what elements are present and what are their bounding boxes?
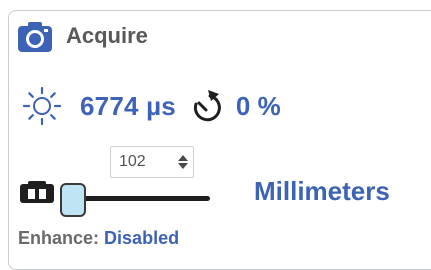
panel-header: Acquire <box>16 16 148 56</box>
camera-icon[interactable] <box>16 17 54 55</box>
panel-title: Acquire <box>66 23 148 48</box>
enhance-value[interactable]: Disabled <box>104 228 179 248</box>
focus-stepper[interactable]: 102 <box>110 146 194 178</box>
stepper-up-icon[interactable] <box>178 155 189 161</box>
gain-value: 0 % <box>235 90 281 121</box>
exposure-value: 6774 µs <box>80 90 176 121</box>
gauge-icon <box>186 86 226 126</box>
focus-stepper-value[interactable]: 102 <box>111 153 174 171</box>
enhance-status: Enhance: Disabled <box>18 228 179 249</box>
stepper-arrows[interactable] <box>174 147 193 177</box>
exposure-stats: 6774 µs 0 % <box>22 86 281 126</box>
aperture-icon <box>18 181 60 205</box>
sun-icon <box>22 86 62 126</box>
units-selector[interactable]: Millimeters <box>254 176 390 207</box>
slider-thumb[interactable] <box>60 183 86 217</box>
focus-slider[interactable] <box>60 183 210 217</box>
enhance-label: Enhance: <box>18 228 100 248</box>
stepper-down-icon[interactable] <box>178 163 189 169</box>
slider-track[interactable] <box>66 196 210 201</box>
